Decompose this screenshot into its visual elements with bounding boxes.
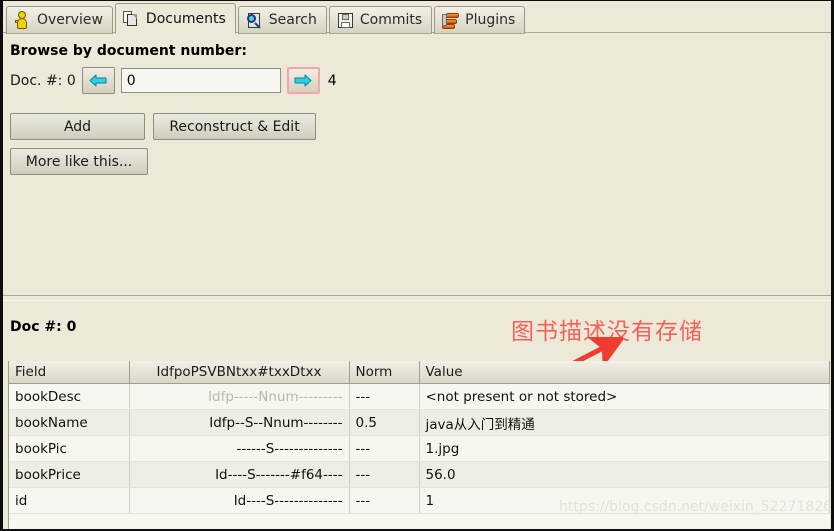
cell-norm: --- bbox=[349, 383, 420, 410]
tab-documents[interactable]: Documents bbox=[114, 3, 236, 34]
luke-index-toolbox-window: Overview Documents Search Commits Plugin… bbox=[0, 0, 834, 531]
tab-bar: Overview Documents Search Commits Plugin… bbox=[3, 1, 831, 34]
arrow-right-icon bbox=[294, 74, 312, 87]
tab-search[interactable]: Search bbox=[237, 6, 327, 34]
document-actions-row: Add Reconstruct & Edit bbox=[10, 113, 831, 140]
tab-overview-label: Overview bbox=[37, 12, 103, 28]
previous-document-button[interactable] bbox=[81, 67, 115, 94]
column-header-field[interactable]: Field bbox=[9, 361, 130, 384]
cell-field: bookDesc bbox=[9, 383, 130, 410]
cell-flags: Idfp-----Nnum--------- bbox=[129, 383, 350, 410]
cell-value: <not present or not stored> bbox=[419, 383, 830, 410]
cell-field: bookName bbox=[9, 409, 130, 436]
arrow-left-icon bbox=[89, 74, 107, 87]
column-header-norm[interactable]: Norm bbox=[349, 361, 420, 384]
plugins-icon bbox=[442, 12, 460, 29]
duke-icon bbox=[14, 11, 31, 29]
tab-commits-label: Commits bbox=[359, 12, 423, 28]
cell-flags: Id----S-------------- bbox=[129, 487, 350, 514]
cell-value: 1.jpg bbox=[419, 435, 830, 462]
column-header-flags[interactable]: IdfpoPSVBNtxx#txxDtxx bbox=[129, 361, 350, 384]
cell-value: java从入门到精通 bbox=[419, 409, 830, 436]
browse-controls-row: Doc. #: 0 4 bbox=[10, 67, 831, 94]
watermark: https://blog.csdn.net/weixin_52271826 bbox=[559, 499, 833, 515]
cell-field: id bbox=[9, 487, 130, 514]
search-icon bbox=[246, 12, 263, 29]
cell-field: bookPic bbox=[9, 435, 130, 462]
documents-icon bbox=[122, 10, 140, 27]
annotation-text: 图书描述没有存储 bbox=[511, 319, 703, 345]
browse-title: Browse by document number: bbox=[10, 43, 247, 59]
tab-documents-label: Documents bbox=[145, 10, 226, 27]
document-number-input[interactable] bbox=[120, 68, 281, 93]
table-row[interactable]: bookName Idfp--S--Nnum-------- 0.5 java从… bbox=[9, 409, 830, 436]
reconstruct-and-edit-button[interactable]: Reconstruct & Edit bbox=[153, 113, 316, 140]
panel-splitter[interactable] bbox=[3, 295, 831, 301]
column-header-value[interactable]: Value bbox=[419, 361, 830, 384]
more-like-this-button[interactable]: More like this... bbox=[10, 148, 148, 175]
next-document-button[interactable] bbox=[286, 67, 320, 94]
cell-flags: Id----S-------#f64---- bbox=[129, 461, 350, 488]
cell-norm: --- bbox=[349, 461, 420, 488]
cell-norm: --- bbox=[349, 435, 420, 462]
more-like-this-row: More like this... bbox=[10, 148, 831, 175]
cell-norm: --- bbox=[349, 487, 420, 514]
max-document-number: 4 bbox=[327, 72, 337, 89]
tab-overview[interactable]: Overview bbox=[6, 6, 113, 34]
add-button[interactable]: Add bbox=[10, 113, 145, 140]
tab-commits[interactable]: Commits bbox=[328, 6, 433, 34]
table-row[interactable]: bookPic ------S-------------- --- 1.jpg bbox=[9, 435, 830, 462]
tab-plugins-label: Plugins bbox=[465, 12, 516, 28]
table-header-row: Field IdfpoPSVBNtxx#txxDtxx Norm Value bbox=[9, 361, 830, 384]
cell-field: bookPrice bbox=[9, 461, 130, 488]
cell-flags: Idfp--S--Nnum-------- bbox=[129, 409, 350, 436]
doc-number-label: Doc. #: 0 bbox=[10, 72, 76, 89]
table-row[interactable]: bookDesc Idfp-----Nnum--------- --- <not… bbox=[9, 383, 830, 410]
table-row[interactable]: bookPrice Id----S-------#f64---- --- 56.… bbox=[9, 461, 830, 488]
cell-flags: ------S-------------- bbox=[129, 435, 350, 462]
tab-search-label: Search bbox=[268, 12, 317, 28]
doc-detail-header: Doc #: 0 bbox=[10, 319, 77, 335]
tab-plugins[interactable]: Plugins bbox=[434, 6, 526, 34]
cell-value: 56.0 bbox=[419, 461, 830, 488]
floppy-icon bbox=[337, 12, 354, 29]
cell-norm: 0.5 bbox=[349, 409, 420, 436]
